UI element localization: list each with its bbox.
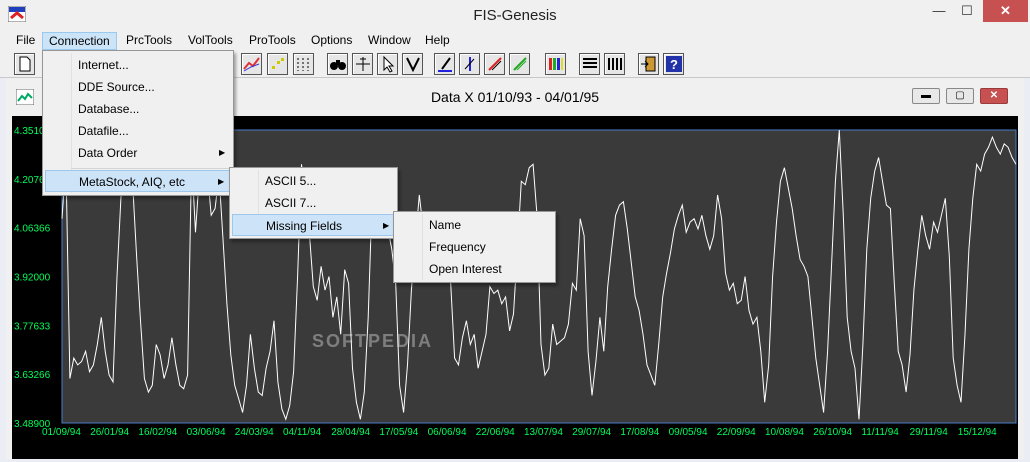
menu-item-open-interest[interactable]: Open Interest <box>396 258 553 280</box>
chart-close-button[interactable]: ✕ <box>980 88 1008 104</box>
menu-item-label: MetaStock, AIQ, etc <box>79 175 186 189</box>
x-tick-label: 16/02/94 <box>138 427 177 438</box>
y-tick-label: 3.77633 <box>14 321 51 332</box>
x-tick-label: 03/06/94 <box>187 427 226 438</box>
menu-protools[interactable]: ProTools <box>243 32 302 50</box>
menu-item-frequency[interactable]: Frequency <box>396 236 553 258</box>
menu-separator <box>71 168 231 169</box>
pen-vertical-icon[interactable] <box>459 53 480 75</box>
menu-item-label: Internet... <box>78 58 129 72</box>
submenu-arrow-icon: ▶ <box>219 148 226 157</box>
x-tick-label: 17/08/94 <box>620 427 659 438</box>
submenu-arrow-icon: ▶ <box>218 177 225 186</box>
x-tick-label: 29/11/94 <box>910 427 949 438</box>
metastock-submenu: ASCII 5... ASCII 7... Missing Fields ▶ <box>229 167 398 239</box>
menu-item-metastock[interactable]: MetaStock, AIQ, etc ▶ <box>45 170 231 192</box>
y-tick-label: 4.06366 <box>14 224 51 235</box>
menu-item-database[interactable]: Database... <box>45 98 231 120</box>
menu-item-label: Open Interest <box>429 262 502 276</box>
x-tick-label: 15/12/94 <box>958 427 997 438</box>
menu-options[interactable]: Options <box>305 32 358 50</box>
menu-prctools[interactable]: PrcTools <box>120 32 178 50</box>
watermark: SOFTPEDIA <box>312 331 434 351</box>
x-tick-label: 22/09/94 <box>717 427 756 438</box>
pen-red-icon[interactable] <box>484 53 505 75</box>
menu-item-ascii-7[interactable]: ASCII 7... <box>232 192 395 214</box>
minimize-icon[interactable]: — <box>925 0 953 22</box>
menu-voltools[interactable]: VolTools <box>182 32 239 50</box>
cursor-icon[interactable] <box>377 53 398 75</box>
menu-connection[interactable]: Connection <box>42 32 117 50</box>
menu-help[interactable]: Help <box>419 32 456 50</box>
x-tick-label: 04/11/94 <box>283 427 322 438</box>
submenu-arrow-icon: ▶ <box>383 221 390 230</box>
x-tick-label: 26/10/94 <box>813 427 852 438</box>
x-tick-label: 01/09/94 <box>42 427 81 438</box>
chart-minimize-button[interactable]: ▬ <box>912 88 940 104</box>
v-marker-icon[interactable] <box>402 53 423 75</box>
menu-window[interactable]: Window <box>362 32 417 50</box>
x-tick-label: 13/07/94 <box>524 427 563 438</box>
crosshair-icon[interactable] <box>352 53 373 75</box>
missing-fields-submenu: Name Frequency Open Interest <box>393 211 556 283</box>
menu-item-ascii-5[interactable]: ASCII 5... <box>232 170 395 192</box>
menu-item-label: ASCII 5... <box>265 174 317 188</box>
vertical-lines-icon[interactable] <box>604 53 625 75</box>
menu-item-label: ASCII 7... <box>265 196 317 210</box>
menu-item-name[interactable]: Name <box>396 214 553 236</box>
help-icon[interactable]: ? <box>663 53 684 75</box>
menu-item-missing-fields[interactable]: Missing Fields ▶ <box>232 214 395 236</box>
connection-menu: Internet... DDE Source... Database... Da… <box>42 50 234 196</box>
y-tick-label: 3.63266 <box>14 370 51 381</box>
svg-text:?: ? <box>670 57 678 72</box>
menu-item-label: Name <box>429 218 462 232</box>
pen-green-icon[interactable] <box>509 53 530 75</box>
menu-item-label: Database... <box>78 102 140 116</box>
menu-item-datafile[interactable]: Datafile... <box>45 120 231 142</box>
menu-item-label: Data Order <box>78 146 138 160</box>
new-document-icon[interactable] <box>14 53 35 75</box>
color-bars-icon[interactable] <box>545 53 566 75</box>
menu-item-label: Datafile... <box>78 124 129 138</box>
horizontal-lines-icon[interactable] <box>579 53 600 75</box>
x-tick-label: 10/08/94 <box>765 427 804 438</box>
menu-item-label: Frequency <box>429 240 486 254</box>
x-tick-label: 06/06/94 <box>428 427 467 438</box>
y-tick-label: 3.92000 <box>14 273 51 284</box>
menu-item-dde-source[interactable]: DDE Source... <box>45 76 231 98</box>
pen-blue-icon[interactable] <box>434 53 455 75</box>
trend-line-icon[interactable] <box>241 53 262 75</box>
menu-item-label: DDE Source... <box>78 80 155 94</box>
x-tick-label: 09/05/94 <box>669 427 708 438</box>
menu-file[interactable]: File <box>10 32 41 50</box>
menu-item-internet[interactable]: Internet... <box>45 54 231 76</box>
menu-bar: File Connection PrcTools VolTools ProToo… <box>0 30 1030 50</box>
grid-icon[interactable] <box>293 53 314 75</box>
x-tick-label: 17/05/94 <box>379 427 418 438</box>
close-icon[interactable]: ✕ <box>983 0 1028 22</box>
app-titlebar: FIS-Genesis — ☐ ✕ <box>0 0 1030 30</box>
menu-item-data-order[interactable]: Data Order ▶ <box>45 142 231 164</box>
menu-item-label: Missing Fields <box>266 219 343 233</box>
x-tick-label: 11/11/94 <box>861 427 899 438</box>
x-tick-label: 22/06/94 <box>476 427 515 438</box>
exit-door-icon[interactable] <box>638 53 659 75</box>
x-tick-label: 29/07/94 <box>572 427 611 438</box>
maximize-icon[interactable]: ☐ <box>953 0 981 22</box>
chart-restore-button[interactable]: ▢ <box>946 88 974 104</box>
x-tick-label: 26/01/94 <box>90 427 129 438</box>
x-tick-label: 28/04/94 <box>331 427 370 438</box>
x-tick-label: 24/03/94 <box>235 427 274 438</box>
binoculars-icon[interactable] <box>327 53 348 75</box>
scatter-icon[interactable] <box>267 53 288 75</box>
app-title: FIS-Genesis <box>473 7 557 24</box>
